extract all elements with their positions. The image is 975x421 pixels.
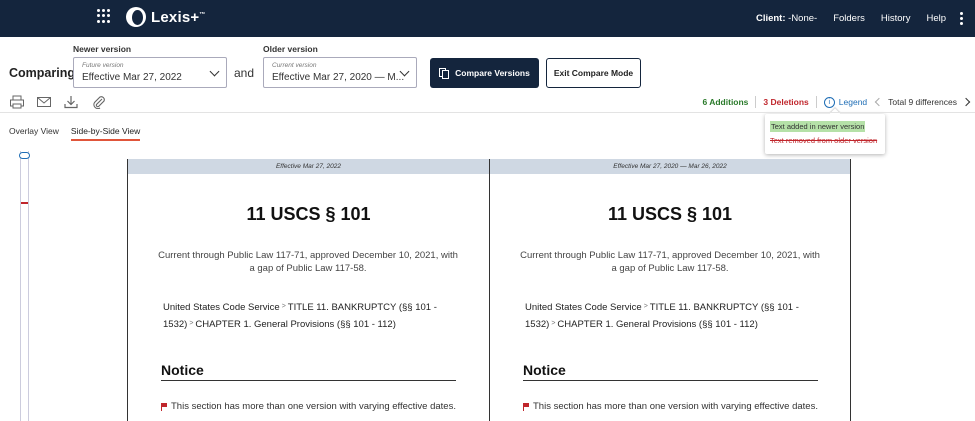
lexis-logo[interactable]: Lexis+™ [126,7,206,27]
and-text: and [234,66,255,80]
document-title: 11 USCS § 101 [246,204,371,224]
info-icon: i [823,96,835,108]
notice-heading: Notice [161,362,456,381]
legend-toggle[interactable]: i Legend [823,96,868,108]
older-version-value: Effective Mar 27, 2020 — M... [272,72,405,83]
notice-text: This section has more than one version w… [161,401,456,412]
notice-text-content: This section has more than one version w… [171,401,456,412]
nav-history[interactable]: History [881,13,911,24]
document-title: 11 USCS § 101 [607,204,733,224]
breadcrumb-separator-icon: > [643,303,648,310]
exit-compare-button[interactable]: Exit Compare Mode [546,58,641,88]
newer-version-hint: Future version [82,62,124,69]
compare-icon [439,67,450,79]
email-icon[interactable] [36,95,52,109]
top-bar: Lexis+™ Client: -None- Folders History H… [0,0,975,37]
lexis-logo-icon [126,7,146,27]
client-selector[interactable]: Client: -None- [756,13,817,24]
breadcrumb-chapter[interactable]: CHAPTER 1. General Provisions (§§ 101 - … [557,319,757,330]
scrubber-thumb[interactable] [19,152,30,159]
separator [755,96,757,108]
breadcrumb-separator-icon: > [189,320,194,327]
older-version-select[interactable]: Current version Effective Mar 27, 2020 —… [263,57,417,88]
legend-added-sample: Text added in newer version [770,121,866,132]
additions-count[interactable]: 6 Additions [702,97,748,107]
notice-text-content: This section has more than one version w… [533,401,818,412]
legend-removed-sample: Text removed from older version [770,136,878,145]
view-tabs: Overlay View Side-by-Side View [9,126,141,141]
deletions-count[interactable]: 3 Deletions [763,97,808,107]
newer-version-label: Newer version [73,44,132,54]
compare-versions-button[interactable]: Compare Versions [430,58,539,88]
legend-label: Legend [838,97,868,107]
compare-versions-label: Compare Versions [455,68,530,78]
nav-help[interactable]: Help [926,13,946,24]
older-version-pane: Effective Mar 27, 2020 — Mar 26, 2022 11… [489,159,851,421]
exit-compare-label: Exit Compare Mode [553,68,634,78]
older-version-label: Older version [263,44,318,54]
legend-popup: Text added in newer version Text removed… [765,108,885,154]
flag-icon [523,402,530,411]
breadcrumb-chapter[interactable]: CHAPTER 1. General Provisions (§§ 101 - … [195,319,395,330]
newer-version-pane: Effective Mar 27, 2022 11 USCS § 101 Cur… [127,159,489,421]
breadcrumb: United States Code Service > TITLE 11. BAN… [525,299,820,333]
breadcrumb-separator-icon: > [551,320,556,327]
older-version-hint: Current version [272,62,317,69]
divider [0,112,975,113]
app-grid-icon[interactable] [97,9,111,23]
notice-heading: Notice [523,362,818,381]
notice-text: This section has more than one version w… [523,401,818,412]
comparing-heading: Comparing [9,66,75,80]
more-menu-icon[interactable] [960,12,963,25]
currency-statement: Current through Public Law 117-71, appro… [520,250,820,274]
top-nav: Client: -None- Folders History Help [740,0,963,37]
attach-icon[interactable] [91,95,107,109]
nav-folders[interactable]: Folders [833,13,865,24]
print-icon[interactable] [9,95,25,109]
breadcrumb-separator-icon: > [281,303,286,310]
next-difference-icon[interactable] [961,97,971,107]
flag-icon [161,402,168,411]
chevron-down-icon [209,66,220,77]
pane-header: Effective Mar 27, 2020 — Mar 26, 2022 [490,159,850,174]
logo-text: Lexis+™ [151,8,206,26]
breadcrumb-code-service[interactable]: United States Code Service [163,302,280,313]
tab-overlay-view[interactable]: Overlay View [9,126,59,141]
download-icon[interactable] [63,95,79,109]
deletion-marker[interactable] [21,202,28,204]
total-differences: Total 9 differences [888,97,957,107]
pane-header: Effective Mar 27, 2022 [128,159,489,174]
separator [815,96,817,108]
separator [871,96,872,108]
currency-statement: Current through Public Law 117-71, appro… [158,250,458,274]
difference-scrubber[interactable] [19,151,30,421]
tab-side-by-side-view[interactable]: Side-by-Side View [70,126,141,141]
compare-bar: Comparing Newer version Future version E… [0,40,975,90]
newer-version-select[interactable]: Future version Effective Mar 27, 2022 [73,57,227,88]
breadcrumb: United States Code Service > TITLE 11. BAN… [163,299,458,333]
breadcrumb-code-service[interactable]: United States Code Service [525,302,642,313]
difference-navigator: Total 9 differences [874,97,975,107]
previous-difference-icon[interactable] [874,97,884,107]
newer-version-value: Effective Mar 27, 2022 [82,72,182,83]
difference-summary: 6 Additions 3 Deletions i Legend Total 9… [702,96,975,108]
